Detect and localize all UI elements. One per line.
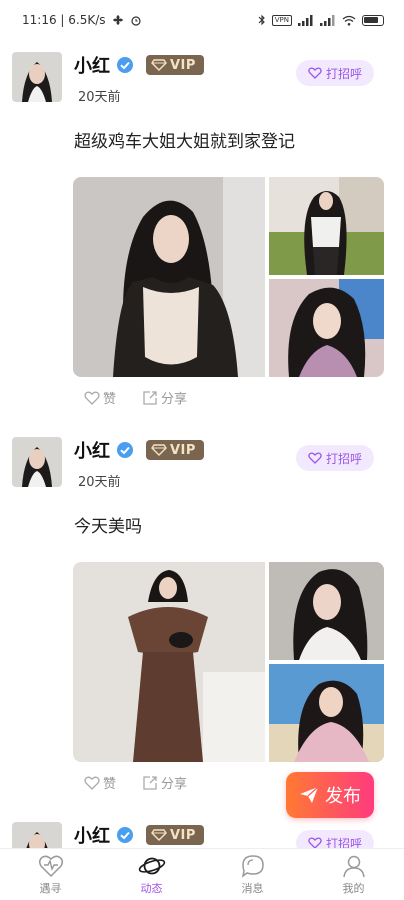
- tab-label: 遇寻: [39, 881, 62, 895]
- greet-button[interactable]: 打招呼: [296, 445, 374, 471]
- vip-label: VIP: [170, 442, 196, 458]
- photo-bottom-right[interactable]: [269, 664, 384, 762]
- signal-icon: [298, 14, 314, 26]
- greet-label: 打招呼: [325, 451, 362, 466]
- tab-me[interactable]: 我的: [303, 849, 404, 900]
- greet-label: 打招呼: [325, 66, 362, 81]
- like-label: 赞: [103, 392, 117, 407]
- person-icon: [342, 855, 365, 877]
- tab-messages[interactable]: 消息: [202, 849, 303, 900]
- status-time: 11:16 | 6.5K/s: [22, 13, 106, 27]
- wifi-icon: [342, 15, 356, 26]
- user-name[interactable]: 小红: [74, 437, 110, 463]
- bottom-tab-bar: 遇寻 动态 消息 我的: [0, 848, 404, 900]
- user-name[interactable]: 小红: [74, 822, 110, 848]
- diamond-icon: [151, 829, 167, 841]
- status-bar: 11:16 | 6.5K/s VPN: [0, 0, 404, 40]
- photo-main[interactable]: [73, 562, 265, 762]
- greet-button[interactable]: 打招呼: [296, 60, 374, 86]
- photo-main[interactable]: [73, 177, 265, 377]
- post-content: 今天美吗: [74, 517, 142, 537]
- verified-icon: [117, 442, 133, 458]
- tab-label: 消息: [241, 881, 264, 895]
- chat-bubble-icon: [241, 854, 264, 878]
- photo-bottom-right[interactable]: [269, 279, 384, 377]
- vpn-badge: VPN: [271, 14, 292, 26]
- publish-button[interactable]: 发布: [286, 772, 374, 818]
- share-label: 分享: [161, 392, 188, 407]
- photo-grid: [73, 562, 384, 762]
- like-button[interactable]: 赞: [84, 388, 116, 407]
- diamond-icon: [151, 59, 167, 71]
- heart-icon: [308, 837, 322, 848]
- verified-icon: [117, 827, 133, 843]
- share-label: 分享: [161, 777, 188, 792]
- name-row: 小红 VIP: [74, 52, 204, 78]
- greet-button[interactable]: 打招呼: [296, 830, 374, 848]
- post-time: 20天前: [78, 475, 121, 490]
- signal-2-icon: [320, 14, 336, 26]
- planet-icon: [138, 857, 165, 874]
- alarm-icon: [130, 14, 142, 26]
- battery-icon: [362, 14, 384, 26]
- share-icon: [143, 390, 157, 405]
- avatar[interactable]: [12, 52, 62, 102]
- photo-grid: [73, 177, 384, 377]
- send-icon: [300, 786, 319, 803]
- feed-list[interactable]: 小红 VIP 20天前 打招呼 超级鸡车大姐大姐就到家登记 赞 分享 小红 VI…: [0, 40, 404, 848]
- vip-badge: VIP: [146, 55, 204, 75]
- greet-label: 打招呼: [325, 836, 362, 849]
- name-row: 小红 VIP: [74, 822, 204, 848]
- fan-icon: [112, 14, 124, 26]
- heart-icon: [308, 452, 322, 464]
- like-button[interactable]: 赞: [84, 773, 116, 792]
- vip-label: VIP: [170, 57, 196, 73]
- post-content: 超级鸡车大姐大姐就到家登记: [74, 132, 295, 152]
- share-button[interactable]: 分享: [142, 773, 187, 792]
- tab-label: 动态: [140, 881, 163, 895]
- like-label: 赞: [103, 777, 117, 792]
- verified-icon: [117, 57, 133, 73]
- heart-icon: [308, 67, 322, 79]
- avatar[interactable]: [12, 437, 62, 487]
- post-card: 小红 VIP 20天前 打招呼 今天美吗 赞 分享: [0, 425, 404, 805]
- share-button[interactable]: 分享: [142, 388, 187, 407]
- post-time: 20天前: [78, 90, 121, 105]
- tab-moments[interactable]: 动态: [101, 849, 202, 900]
- post-actions: 赞 分享: [84, 773, 187, 792]
- post-actions: 赞 分享: [84, 388, 187, 407]
- tab-label: 我的: [342, 881, 365, 895]
- post-card: 小红 VIP 20天前 打招呼 超级鸡车大姐大姐就到家登记 赞 分享: [0, 40, 404, 420]
- photo-top-right[interactable]: [269, 562, 384, 660]
- share-icon: [143, 775, 157, 790]
- diamond-icon: [151, 444, 167, 456]
- publish-label: 发布: [325, 786, 361, 806]
- name-row: 小红 VIP: [74, 437, 204, 463]
- photo-top-right[interactable]: [269, 177, 384, 275]
- user-name[interactable]: 小红: [74, 52, 110, 78]
- avatar[interactable]: [12, 822, 62, 848]
- vip-badge: VIP: [146, 440, 204, 460]
- bluetooth-icon: [258, 14, 266, 26]
- like-icon: [84, 391, 100, 405]
- vip-label: VIP: [170, 827, 196, 843]
- like-icon: [84, 776, 100, 790]
- heartbeat-icon: [38, 855, 63, 877]
- tab-encounter[interactable]: 遇寻: [0, 849, 101, 900]
- vip-badge: VIP: [146, 825, 204, 845]
